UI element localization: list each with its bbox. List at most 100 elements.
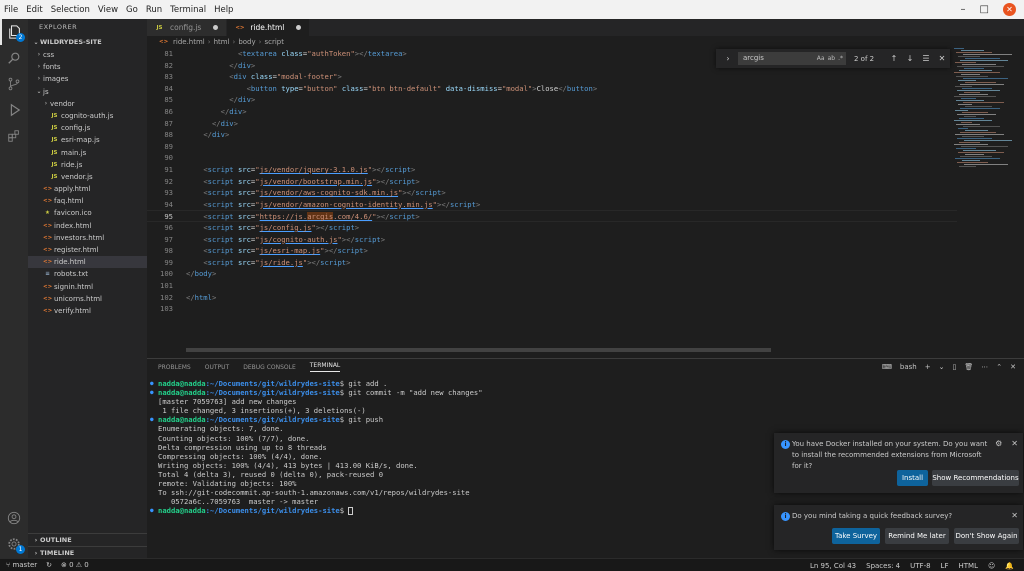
menu-file[interactable]: File: [0, 5, 22, 15]
folder-item[interactable]: › images: [28, 73, 147, 85]
menu-go[interactable]: Go: [122, 5, 142, 15]
end-of-line[interactable]: LF: [941, 562, 949, 570]
file-item[interactable]: <> ride.html: [28, 256, 147, 269]
code-line[interactable]: 85 </div>: [147, 94, 957, 106]
maximize-button[interactable]: □: [980, 4, 989, 15]
code-line[interactable]: 91 <script src="js/vendor/jquery-3.1.0.j…: [147, 164, 957, 176]
breadcrumb-body[interactable]: body: [238, 38, 255, 46]
minimap[interactable]: [954, 48, 1014, 168]
tab-problems[interactable]: PROBLEMS: [158, 364, 191, 371]
code-line[interactable]: 92 <script src="js/vendor/bootstrap.min.…: [147, 176, 957, 188]
minimize-button[interactable]: –: [961, 4, 966, 15]
outline-section[interactable]: › OUTLINE: [28, 533, 147, 545]
unsaved-dot-icon[interactable]: [296, 25, 302, 30]
file-item[interactable]: <> index.html: [28, 220, 147, 232]
language-mode[interactable]: HTML: [958, 562, 977, 570]
file-item[interactable]: <> signin.html: [28, 281, 147, 293]
code-line[interactable]: 96 <script src="js/config.js"></script>: [147, 222, 957, 234]
file-item[interactable]: JS ride.js: [28, 159, 147, 171]
previous-match-icon[interactable]: ↑: [888, 54, 900, 63]
take-survey-button[interactable]: Take Survey: [832, 528, 880, 544]
code-line[interactable]: 100 </body>: [147, 268, 957, 280]
tab-terminal[interactable]: TERMINAL: [309, 362, 341, 372]
more-actions-icon[interactable]: ⋯: [981, 363, 988, 371]
file-item[interactable]: <> investors.html: [28, 232, 147, 244]
unsaved-dot-icon[interactable]: [213, 25, 219, 30]
breadcrumb-file[interactable]: ride.html: [173, 38, 205, 46]
menu-run[interactable]: Run: [142, 5, 166, 15]
menu-view[interactable]: View: [94, 5, 122, 15]
trash-icon[interactable]: 🗑: [964, 363, 973, 371]
tab-config-js[interactable]: JS config.js: [147, 19, 228, 36]
tab-output[interactable]: OUTPUT: [205, 364, 229, 371]
code-line[interactable]: 98 <script src="js/esri-map.js"></script…: [147, 245, 957, 257]
settings-gear-icon[interactable]: 1: [0, 531, 28, 557]
code-line[interactable]: 102 </html>: [147, 292, 957, 304]
tab-ride-html[interactable]: <> ride.html: [227, 19, 311, 36]
show-recommendations-button[interactable]: Show Recommendations: [932, 470, 1019, 486]
extensions-icon[interactable]: [0, 123, 28, 149]
file-item[interactable]: <> unicorns.html: [28, 293, 147, 305]
workspace-root[interactable]: ⌄WILDRYDES-SITE: [28, 36, 147, 49]
command-decoration-icon[interactable]: ●: [150, 379, 154, 388]
code-line[interactable]: 103: [147, 303, 957, 315]
code-line[interactable]: 87 </div>: [147, 118, 957, 130]
chevron-right-icon[interactable]: ›: [722, 54, 734, 63]
menu-edit[interactable]: Edit: [22, 5, 46, 15]
dont-show-again-button[interactable]: Don't Show Again: [954, 528, 1019, 544]
breadcrumb-html[interactable]: html: [214, 38, 230, 46]
file-item[interactable]: ★ favicon.ico: [28, 207, 147, 219]
menu-help[interactable]: Help: [210, 5, 237, 15]
code-line[interactable]: 83 <div class="modal-footer">: [147, 71, 957, 83]
close-window-button[interactable]: ✕: [1003, 3, 1016, 16]
new-terminal-icon[interactable]: +: [925, 363, 931, 371]
terminal-shell-label[interactable]: bash: [900, 363, 917, 371]
match-case-icon[interactable]: Aa: [817, 52, 825, 65]
source-control-icon[interactable]: [0, 71, 28, 97]
bell-icon[interactable]: 🔔: [1005, 562, 1014, 570]
file-item[interactable]: <> apply.html: [28, 183, 147, 195]
code-line[interactable]: 88 </div>: [147, 129, 957, 141]
close-icon[interactable]: ✕: [1011, 511, 1018, 520]
close-find-icon[interactable]: ✕: [936, 54, 948, 63]
search-icon[interactable]: [0, 45, 28, 71]
folder-item[interactable]: › fonts: [28, 61, 147, 73]
whole-word-icon[interactable]: ab: [828, 52, 836, 65]
code-line[interactable]: 94 <script src="js/vendor/amazon-cognito…: [147, 199, 957, 211]
file-item[interactable]: JS esri-map.js: [28, 134, 147, 146]
next-match-icon[interactable]: ↓: [904, 54, 916, 63]
menu-terminal[interactable]: Terminal: [166, 5, 210, 15]
indentation[interactable]: Spaces: 4: [866, 562, 900, 570]
regex-icon[interactable]: .*: [838, 52, 843, 65]
horizontal-scrollbar[interactable]: [186, 348, 771, 352]
terminal-dropdown-icon[interactable]: ⌄: [939, 363, 945, 371]
breadcrumb-script[interactable]: script: [264, 38, 284, 46]
sync-icon[interactable]: ↻: [46, 561, 52, 569]
problems-indicator[interactable]: ⊗ 0 ⚠ 0: [61, 561, 89, 569]
command-decoration-icon[interactable]: ●: [150, 506, 154, 515]
code-line[interactable]: 84 <button type="button" class="btn btn-…: [147, 83, 957, 95]
command-decoration-icon[interactable]: ●: [150, 388, 154, 397]
code-line[interactable]: 86 </div>: [147, 106, 957, 118]
install-button[interactable]: Install: [897, 470, 928, 486]
find-input[interactable]: arcgis Aa ab .*: [738, 52, 846, 65]
timeline-section[interactable]: › TIMELINE: [28, 546, 147, 558]
file-item[interactable]: <> faq.html: [28, 195, 147, 207]
account-icon[interactable]: [0, 505, 28, 531]
maximize-panel-icon[interactable]: ⌃: [996, 363, 1002, 371]
remind-me-later-button[interactable]: Remind Me later: [885, 528, 949, 544]
split-terminal-icon[interactable]: ▯: [953, 363, 957, 371]
file-item[interactable]: JS main.js: [28, 147, 147, 159]
folder-item[interactable]: › vendor: [28, 98, 147, 110]
folder-item[interactable]: ⌄ js: [28, 86, 147, 98]
code-line[interactable]: 97 <script src="js/cognito-auth.js"></sc…: [147, 234, 957, 246]
file-item[interactable]: JS config.js: [28, 122, 147, 134]
cursor-position[interactable]: Ln 95, Col 43: [810, 562, 856, 570]
file-item[interactable]: <> register.html: [28, 244, 147, 256]
code-line[interactable]: 101: [147, 280, 957, 292]
close-icon[interactable]: ✕: [1011, 439, 1018, 448]
file-item[interactable]: ≡ robots.txt: [28, 268, 147, 280]
tab-debug-console[interactable]: DEBUG CONSOLE: [243, 364, 296, 371]
code-line[interactable]: 99 <script src="js/ride.js"></script>: [147, 257, 957, 269]
file-item[interactable]: JS vendor.js: [28, 171, 147, 183]
